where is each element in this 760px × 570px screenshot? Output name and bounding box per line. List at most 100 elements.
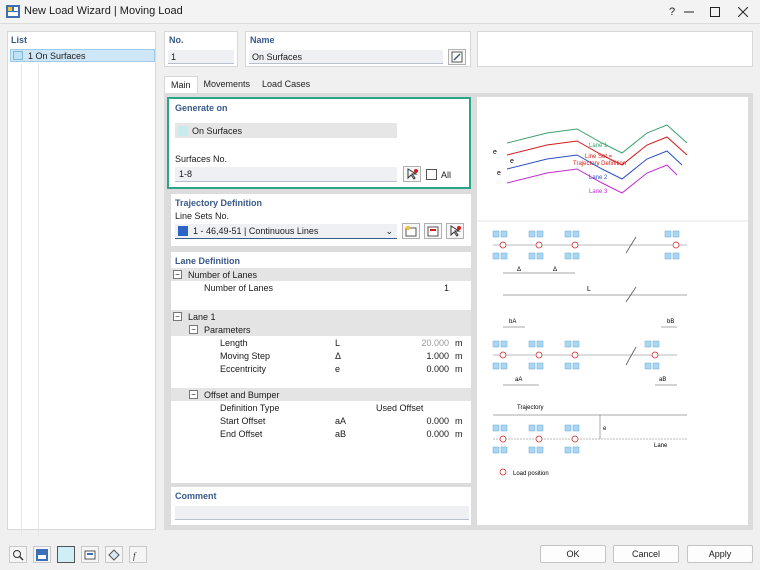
units-button[interactable]: [33, 546, 51, 563]
generate-on-title: Generate on: [175, 103, 228, 113]
all-checkbox[interactable]: [426, 169, 437, 180]
tab-main[interactable]: Main: [164, 76, 198, 94]
row-unit: m: [455, 415, 463, 426]
view-button[interactable]: [105, 546, 123, 563]
list-gridlines: [21, 64, 39, 536]
table-row[interactable]: Start Offset aA 0.000 m: [171, 414, 471, 427]
lane-definition-panel: Lane Definition − Number of Lanes Number…: [171, 252, 471, 483]
collapse-icon[interactable]: −: [189, 390, 198, 399]
formula-button[interactable]: f: [129, 546, 147, 563]
group-label: Number of Lanes: [188, 269, 258, 280]
line-sets-select[interactable]: 1 - 46,49-51 | Continuous Lines ⌄: [175, 224, 397, 239]
svg-text:f: f: [133, 551, 137, 561]
tree-group-number-of-lanes[interactable]: − Number of Lanes: [171, 268, 471, 281]
surfaces-input[interactable]: 1-8: [175, 167, 397, 182]
tab-movements[interactable]: Movements: [198, 76, 257, 94]
edit-line-set-button[interactable]: [424, 223, 442, 239]
new-line-set-button[interactable]: [402, 223, 420, 239]
tree-group-parameters[interactable]: − Parameters: [171, 323, 471, 336]
name-field[interactable]: On Surfaces: [249, 50, 443, 64]
comment-input[interactable]: [175, 506, 469, 520]
color-swatch-icon: [60, 548, 72, 561]
row-value[interactable]: 1.000: [426, 351, 449, 361]
group-label: Parameters: [204, 324, 251, 335]
ok-button[interactable]: OK: [540, 545, 606, 563]
row-symbol: aB: [335, 428, 347, 439]
diagram-label-lane3: Lane 3: [589, 189, 608, 195]
title-bar: New Load Wizard | Moving Load ?: [0, 0, 760, 24]
group-label: Offset and Bumper: [204, 389, 280, 400]
color-button[interactable]: [57, 546, 75, 563]
diagram-label-aB: aB: [659, 377, 666, 383]
close-button[interactable]: [726, 0, 760, 24]
lane-diagram: Lane 1 Line Set = Trajectory Definition …: [477, 97, 748, 525]
display-button[interactable]: [81, 546, 99, 563]
color-swatch: [178, 125, 188, 136]
display-icon: [84, 550, 96, 559]
edit-icon: [451, 51, 463, 63]
collapse-icon[interactable]: −: [173, 312, 182, 321]
cancel-button[interactable]: Cancel: [613, 545, 679, 563]
comment-panel: Comment: [171, 487, 471, 525]
units-icon: [36, 548, 48, 561]
generate-on-select[interactable]: On Surfaces: [175, 123, 397, 138]
table-row[interactable]: Number of Lanes 1: [171, 281, 471, 294]
diagram-label-bA: bA: [509, 319, 516, 325]
comment-title: Comment: [175, 491, 217, 501]
search-icon: [13, 549, 24, 561]
number-title: No.: [169, 35, 184, 45]
line-sets-value: 1 - 46,49-51 | Continuous Lines: [193, 226, 319, 236]
row-value[interactable]: 20.000: [421, 338, 449, 348]
row-value[interactable]: Used Offset: [376, 403, 423, 413]
bottom-bar: f OK Cancel Apply: [0, 538, 760, 570]
list-panel: List 1 On Surfaces: [7, 31, 156, 560]
table-row[interactable]: End Offset aB 0.000 m: [171, 427, 471, 440]
row-label: Definition Type: [220, 402, 280, 413]
table-row[interactable]: Eccentricity e 0.000 m: [171, 362, 471, 375]
collapse-icon[interactable]: −: [173, 270, 182, 279]
number-panel: No. 1: [164, 31, 238, 67]
diagram-label-lane1: Lane 1: [589, 143, 608, 149]
row-value[interactable]: 1: [444, 283, 449, 293]
table-row[interactable]: Moving Step Δ 1.000 m: [171, 349, 471, 362]
window-title: New Load Wizard | Moving Load: [24, 5, 183, 17]
row-value[interactable]: 0.000: [426, 416, 449, 426]
surfaces-label: Surfaces No.: [175, 154, 228, 164]
new-line-set-icon: [405, 225, 417, 237]
collapse-icon[interactable]: −: [189, 325, 198, 334]
row-unit: m: [455, 363, 463, 374]
diagram-label-e2: e: [510, 158, 514, 165]
row-unit: m: [455, 337, 463, 348]
tab-load-cases[interactable]: Load Cases: [256, 76, 316, 94]
table-row[interactable]: Definition Type Used Offset: [171, 401, 471, 414]
tree-group-offset-bumper[interactable]: − Offset and Bumper: [171, 388, 471, 401]
row-label: Eccentricity: [220, 363, 267, 374]
row-symbol: Δ: [335, 350, 342, 361]
diagram-label-bB: bB: [667, 319, 674, 325]
row-label: Number of Lanes: [204, 282, 274, 293]
edit-name-button[interactable]: [448, 49, 466, 65]
trajectory-panel: Trajectory Definition Line Sets No. 1 - …: [171, 194, 471, 246]
table-row[interactable]: Length L 20.000 m: [171, 336, 471, 349]
zoom-button[interactable]: [9, 546, 27, 563]
diagram-label-L: L: [587, 286, 591, 293]
generate-on-panel: Generate on On Surfaces Surfaces No. 1-8…: [167, 97, 471, 189]
diagram-label-trajdef: Trajectory Definition: [573, 161, 626, 167]
diagram-label-e3: e: [497, 170, 501, 177]
chevron-down-icon: ⌄: [385, 226, 393, 236]
number-field[interactable]: 1: [168, 50, 234, 64]
list-item[interactable]: 1 On Surfaces: [10, 49, 155, 62]
tree-group-lane-1[interactable]: − Lane 1: [171, 310, 471, 323]
color-swatch: [178, 226, 188, 236]
diagram-label-lane: Lane: [654, 443, 668, 449]
row-label: Length: [220, 337, 248, 348]
diagram-label-trajectory: Trajectory: [517, 405, 543, 411]
maximize-icon: [710, 7, 720, 17]
trajectory-title: Trajectory Definition: [175, 198, 263, 208]
apply-button[interactable]: Apply: [687, 545, 753, 563]
row-value[interactable]: 0.000: [426, 364, 449, 374]
pick-surfaces-button[interactable]: [403, 166, 421, 182]
pick-line-set-button[interactable]: [446, 223, 464, 239]
row-value[interactable]: 0.000: [426, 429, 449, 439]
diagram-label-aA: aA: [515, 377, 522, 383]
